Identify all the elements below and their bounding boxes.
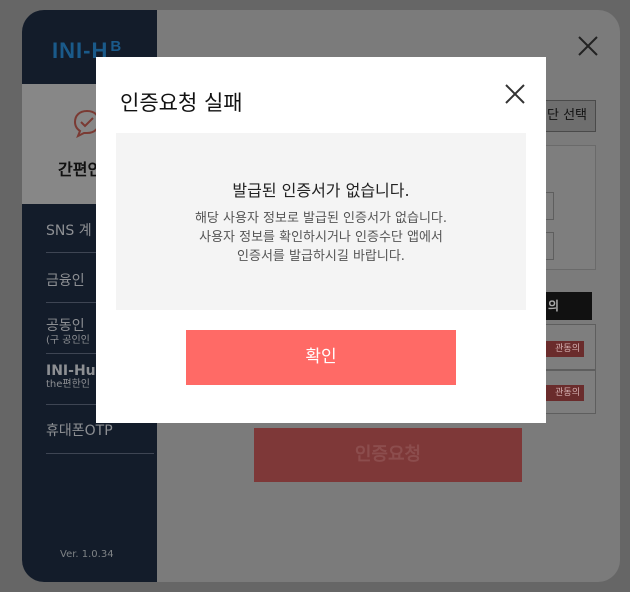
sidebar-item-label: 금융인 [46,273,85,289]
message-body: 해당 사용자 정보로 발급된 인증서가 없습니다. 사용자 정보를 확인하시거나… [116,209,526,266]
modal-title: 인증요청 실패 [120,91,243,115]
sidebar-item-label: 공동인 [46,318,85,334]
close-icon[interactable] [504,83,526,105]
sidebar-item-label: SNS 계 [46,223,92,239]
divider [46,453,154,454]
version-label: Ver. 1.0.34 [60,549,114,560]
message-box: 발급된 인증서가 없습니다. 해당 사용자 정보로 발급된 인증서가 없습니다.… [116,133,526,310]
agree-header-label: 의 [548,299,560,313]
sidebar-item-label: INI-Hu [46,363,96,379]
message-line: 인증서를 발급하시길 바랍니다. [237,249,405,264]
select-method-label: 단 선택 [546,108,587,123]
message-line: 사용자 정보를 확인하시거나 인증수단 앱에서 [199,230,443,245]
agree-header: 의 [542,292,592,320]
request-auth-button[interactable]: 인증요청 [254,428,522,482]
close-icon[interactable] [577,35,599,57]
agree-tag[interactable]: 관동의 [542,341,584,357]
agree-tag[interactable]: 관동의 [542,385,584,401]
error-modal: 인증요청 실패 발급된 인증서가 없습니다. 해당 사용자 정보로 발급된 인증… [96,57,546,423]
sidebar-item-label: 휴대폰OTP [46,423,113,439]
message-heading: 발급된 인증서가 없습니다. [232,181,410,200]
message-line: 해당 사용자 정보로 발급된 인증서가 없습니다. [194,211,448,226]
confirm-button[interactable]: 확인 [186,330,456,385]
sidebar-item-phone-otp[interactable]: 휴대폰OTP [46,420,154,440]
